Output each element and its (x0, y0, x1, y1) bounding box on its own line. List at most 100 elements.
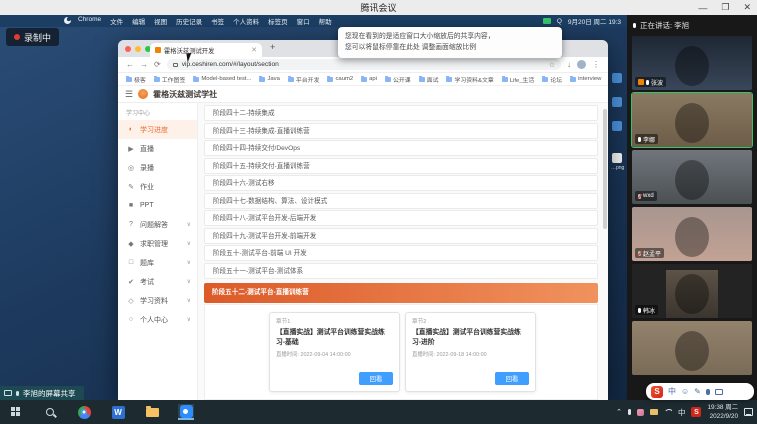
stage-row-active[interactable]: 阶段五十二-测试平台-直播训练营 (204, 283, 598, 303)
bookmark-item[interactable]: 公开课 (385, 75, 411, 84)
bookmark-item[interactable]: 极客 (126, 75, 146, 84)
sidebar-item-replay[interactable]: ◎录播 (118, 158, 197, 177)
profile-avatar[interactable] (577, 60, 586, 69)
menubar-item[interactable]: 文件 (110, 16, 123, 26)
sidebar-item-bank[interactable]: □题库∨ (118, 253, 197, 272)
screen-share-banner[interactable]: 李旭的屏幕共享 (0, 386, 84, 400)
sogou-logo-icon[interactable]: S (651, 386, 663, 398)
taskbar-clock[interactable]: 19:38 周二 2022/9/20 (707, 403, 738, 422)
spotlight-search-icon[interactable]: Q (557, 18, 562, 25)
participant-tile[interactable]: 李娜 (632, 93, 752, 147)
taskbar-search-icon[interactable] (42, 404, 58, 420)
emoji-icon[interactable]: ☺ (681, 387, 689, 396)
taskbar-wps-icon[interactable]: W (110, 404, 126, 420)
tray-app-icon[interactable] (637, 409, 644, 416)
sidebar-item-live[interactable]: ▶直播 (118, 139, 197, 158)
bookmark-item[interactable]: caum2 (327, 76, 353, 82)
taskbar-meeting-icon[interactable] (178, 404, 194, 420)
bookmark-item[interactable]: Java (259, 76, 279, 82)
replay-button[interactable]: 回看 (495, 372, 529, 385)
browser-tab[interactable]: 霍格沃兹测试开发 ✕ (150, 43, 262, 57)
stage-row[interactable]: 阶段四十三-持续集成-直播训练营 (204, 123, 598, 139)
stage-row[interactable]: 阶段四十五-持续交付-直播训练营 (204, 158, 598, 174)
sidebar-item-exam[interactable]: ✔考试∨ (118, 272, 197, 291)
participant-tile[interactable]: wxd (632, 150, 752, 204)
sidebar-item-ppt[interactable]: ■PPT (118, 196, 197, 215)
tray-expand-icon[interactable]: ⌃ (616, 408, 622, 416)
menubar-item[interactable]: 视图 (154, 16, 167, 26)
wifi-icon[interactable] (664, 409, 672, 415)
keyboard-icon[interactable] (715, 389, 723, 395)
new-tab-button[interactable]: + (270, 42, 275, 52)
sidebar-item-progress[interactable]: ◐学习进度 (118, 120, 197, 139)
menubar-item[interactable]: Chrome (78, 16, 101, 26)
menu-dots-icon[interactable]: ⋮ (592, 60, 600, 69)
participant-tile[interactable]: 韩冰 (632, 264, 752, 318)
action-center-icon[interactable] (744, 408, 753, 416)
back-icon[interactable]: ← (126, 60, 134, 69)
menubar-clock[interactable]: 9月20日 周二 19:3 (568, 16, 621, 26)
bookmark-item[interactable]: 学习资料&文章 (446, 75, 493, 84)
stage-row[interactable]: 阶段四十二-持续集成 (204, 105, 598, 121)
stage-row[interactable]: 阶段四十九-测试平台开发-前端开发 (204, 228, 598, 244)
desktop-file-icon[interactable] (612, 121, 622, 131)
bookmark-item[interactable]: interview (570, 76, 601, 82)
screen-share-indicator-icon[interactable] (543, 18, 551, 24)
reload-icon[interactable]: ⟳ (154, 60, 161, 69)
tray-mic-icon[interactable] (628, 409, 631, 415)
sidebar-item-homework[interactable]: ✎作业 (118, 177, 197, 196)
taskbar-explorer-icon[interactable] (144, 404, 160, 420)
participant-tile[interactable] (632, 321, 752, 375)
desktop-file-icon[interactable] (612, 73, 622, 83)
bookmark-star-icon[interactable]: ☆ (549, 61, 555, 69)
bookmark-item[interactable]: 工作图签 (154, 75, 186, 84)
participant-tile[interactable]: 赵孟平 (632, 207, 752, 261)
start-button[interactable] (8, 404, 24, 420)
stage-row[interactable]: 阶段五十一-测试平台-测试体系 (204, 263, 598, 279)
menubar-item[interactable]: 窗口 (297, 16, 310, 26)
desktop-file-icon[interactable] (612, 97, 622, 107)
menubar-item[interactable]: 帮助 (319, 16, 332, 26)
url-bar[interactable]: vip.ceshiren.com/#/layout/section ☆ (167, 59, 561, 70)
mac-minimize-icon[interactable] (135, 46, 141, 52)
traffic-lights[interactable] (125, 46, 151, 52)
voice-input-icon[interactable] (706, 389, 710, 395)
sidebar-item-job[interactable]: ◆求职管理∨ (118, 234, 197, 253)
sidebar-item-profile[interactable]: ○个人中心∨ (118, 310, 197, 329)
participant-tile[interactable]: 张波 (632, 36, 752, 90)
stage-row[interactable]: 阶段四十七-数据结构、算法、设计模式 (204, 193, 598, 209)
tray-folder-icon[interactable] (650, 409, 658, 415)
minimize-button[interactable]: — (698, 3, 707, 13)
menubar-item[interactable]: 书签 (211, 16, 224, 26)
forward-icon[interactable]: → (140, 60, 148, 69)
page-scrollbar[interactable] (603, 109, 607, 229)
stage-row[interactable]: 阶段四十四-持续交付/DevOps (204, 140, 598, 156)
stage-row[interactable]: 阶段四十六-测试右移 (204, 175, 598, 191)
menubar-item[interactable]: 历史记录 (176, 16, 202, 26)
downloads-icon[interactable]: ↓ (567, 60, 571, 69)
tab-close-icon[interactable]: ✕ (251, 46, 257, 54)
bookmark-item[interactable]: Life_生活 (502, 75, 535, 84)
menubar-item[interactable]: 个人资料 (233, 16, 259, 26)
stage-row[interactable]: 阶段五十-测试平台-前端 UI 开发 (204, 245, 598, 261)
course-card[interactable]: 章节2【直播实战】测试平台训练营实战练习-进阶直播时间: 2022-09-18 … (405, 312, 536, 392)
bookmark-item[interactable]: 面试 (419, 75, 439, 84)
mac-close-icon[interactable] (125, 46, 131, 52)
sidebar-item-qa[interactable]: ?问题解答∨ (118, 215, 197, 234)
tray-sogou-icon[interactable]: S (691, 407, 701, 417)
stage-row[interactable]: 阶段四十八-测试平台开发-后端开发 (204, 210, 598, 226)
lang-mode-icon[interactable]: 中 (668, 386, 676, 397)
menubar-item[interactable]: 编辑 (132, 16, 145, 26)
desktop-file-icon[interactable] (612, 153, 622, 163)
sidebar-item-materials[interactable]: ◇学习资料∨ (118, 291, 197, 310)
taskbar-chrome-icon[interactable] (76, 404, 92, 420)
replay-button[interactable]: 回看 (359, 372, 393, 385)
bookmark-item[interactable]: 论坛 (542, 75, 562, 84)
bookmark-item[interactable]: Model-based test... (193, 76, 251, 82)
bookmark-item[interactable]: api (361, 76, 377, 82)
bookmark-item[interactable]: 平台开发 (288, 75, 320, 84)
menubar-item[interactable]: 标签页 (268, 16, 288, 26)
hamburger-menu-icon[interactable]: ☰ (125, 89, 133, 100)
course-card[interactable]: 章节1【直播实战】测试平台训练营实战练习-基础直播时间: 2022-09-04 … (269, 312, 400, 392)
input-language-indicator[interactable]: 中 (678, 407, 686, 418)
